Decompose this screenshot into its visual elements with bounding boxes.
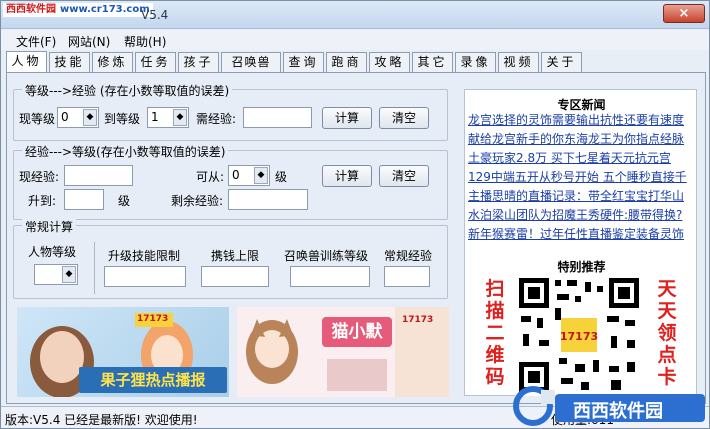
to-level-value: 1	[151, 110, 159, 124]
level-to-exp-title: 等级--->经验 (存在小数等取值的误差)	[22, 82, 233, 99]
qr-code[interactable]: 17173	[515, 274, 643, 396]
current-exp-label: 现经验:	[19, 170, 60, 184]
money-limit-field[interactable]	[201, 266, 269, 287]
upgrade-to-label: 升到:	[28, 194, 57, 208]
regular-exp-field[interactable]	[384, 266, 430, 287]
general-calc-group: 常规计算 人物等级 ◆ 升级技能限制 携钱上限 召唤兽训练等级 常规经验	[13, 218, 448, 299]
banner-right[interactable]: 猫小默 17173	[237, 307, 449, 397]
badge-17173-right: 17173	[402, 315, 434, 325]
news-link[interactable]: 水泊梁山团队为招魔王秀硬件:腰带得换?	[468, 206, 694, 223]
qr-left-text: 扫描二维码	[485, 278, 505, 388]
close-button[interactable]: ×	[663, 4, 705, 23]
banner-left-text: 果子狸热点播报	[79, 367, 227, 393]
status-text: 版本:V5.4 已经是最新版! 欢迎使用!	[5, 413, 198, 427]
news-link[interactable]: 龙宫选择的灵饰需要输出抗性还要有速度	[468, 111, 694, 128]
regular-exp-label: 常规经验	[384, 249, 433, 263]
qr-badge: 17173	[560, 330, 598, 343]
current-exp-field[interactable]	[64, 165, 133, 186]
clear-button-1[interactable]: 清空	[379, 107, 429, 129]
tab-summon[interactable]: 召唤兽	[221, 52, 281, 72]
news-link[interactable]: 主播思晴的直播记录：带全红宝宝打华山	[468, 187, 694, 204]
char-level-spinner[interactable]: ◆	[34, 264, 78, 285]
watermark-badge: 西西软件园 www.cr173.com	[3, 3, 153, 17]
calc-button-2[interactable]: 计算	[322, 165, 372, 187]
level-unit-label: 级	[275, 170, 288, 184]
tab-guide[interactable]: 攻略	[369, 52, 410, 72]
divider	[94, 242, 95, 294]
level-to-exp-group: 等级--->经验 (存在小数等取值的误差) 现等级 0 ◆ 到等级 1 ◆ 需经…	[13, 82, 448, 141]
tab-recording[interactable]: 录像	[455, 52, 496, 72]
spinner-arrows-icon[interactable]: ◆	[62, 266, 76, 283]
to-level-spinner[interactable]: 1 ◆	[147, 107, 189, 128]
menu-website[interactable]: 网站(N)	[68, 33, 110, 50]
current-level-spinner[interactable]: 0 ◆	[57, 107, 99, 128]
badge-17173-left: 17173	[137, 314, 169, 324]
qr-code-icon: 17173	[515, 274, 643, 396]
main-window: 西西软件园 www.cr173.com V5.4 × 文件(F) 网站(N) 帮助…	[0, 0, 710, 429]
to-level-label: 到等级	[104, 112, 141, 126]
tab-trade[interactable]: 跑商	[326, 52, 367, 72]
remaining-exp-label: 剩余经验:	[171, 194, 224, 208]
spinner-arrows-icon[interactable]: ◆	[83, 109, 97, 126]
tab-character[interactable]: 人物	[6, 51, 47, 73]
tab-cultivation[interactable]: 修炼	[92, 52, 133, 72]
level-unit-label-2: 级	[118, 194, 131, 208]
news-link[interactable]: 新年猴赛雷！过年任性直播鉴定装备灵饰	[468, 225, 694, 242]
remaining-exp-field[interactable]	[228, 189, 308, 210]
banner-left[interactable]: 17173 果子狸热点播报	[17, 307, 229, 397]
skill-limit-field[interactable]	[104, 266, 186, 287]
upgrade-to-field[interactable]	[64, 189, 104, 210]
tab-other[interactable]: 其它	[412, 52, 453, 72]
news-link[interactable]: 129中端五开从秒号开始 五个睡秒直接千	[468, 168, 694, 185]
tab-child[interactable]: 孩子	[178, 52, 219, 72]
from-level-spinner[interactable]: 0 ◆	[228, 165, 270, 186]
skill-limit-label: 升级技能限制	[108, 249, 181, 263]
tab-quest[interactable]: 任务	[135, 52, 176, 72]
qr-right-text: 天天领点卡	[657, 278, 677, 388]
menu-file[interactable]: 文件(F)	[16, 33, 56, 50]
menu-bar: 文件(F) 网站(N) 帮助(H)	[1, 30, 709, 50]
current-level-label: 现等级	[19, 112, 56, 126]
char-level-label: 人物等级	[28, 245, 77, 259]
money-limit-label: 携钱上限	[211, 249, 260, 263]
clear-button-2[interactable]: 清空	[379, 165, 429, 187]
tab-skill[interactable]: 技能	[49, 52, 90, 72]
tab-video[interactable]: 视频	[498, 52, 539, 72]
from-label: 可从:	[196, 170, 225, 184]
need-exp-field[interactable]	[243, 107, 312, 128]
from-level-value: 0	[232, 168, 240, 182]
title-bar: 西西软件园 www.cr173.com V5.4 ×	[1, 1, 709, 29]
spinner-arrows-icon[interactable]: ◆	[254, 167, 268, 184]
exp-to-level-title: 经验--->等级(存在小数等取值的误差)	[22, 143, 229, 160]
current-level-value: 0	[61, 110, 69, 124]
need-exp-label: 需经验:	[196, 112, 237, 126]
tab-query[interactable]: 查询	[283, 52, 324, 72]
site-logo: 西西软件园	[511, 382, 707, 426]
qr-title: 特别推荐	[557, 260, 606, 274]
banner-right-text: 猫小默	[322, 317, 392, 347]
general-calc-title: 常规计算	[22, 218, 77, 235]
site-logo-text: 西西软件园	[573, 401, 663, 422]
spinner-arrows-icon[interactable]: ◆	[173, 109, 187, 126]
news-panel: 专区新闻 龙宫选择的灵饰需要输出抗性还要有速度 献给龙宫新手的你东海龙王为你指点…	[464, 89, 697, 396]
exp-to-level-group: 经验--->等级(存在小数等取值的误差) 现经验: 可从: 0 ◆ 级 计算 清…	[13, 143, 448, 220]
calc-button-1[interactable]: 计算	[322, 107, 372, 129]
menu-help[interactable]: 帮助(H)	[124, 33, 166, 50]
watermark-url: www.cr173.com	[60, 4, 150, 15]
news-link[interactable]: 土豪玩家2.8万 买下七星着天元抗元宫	[468, 149, 694, 166]
window-version: V5.4	[141, 8, 169, 22]
summon-level-label: 召唤兽训练等级	[284, 249, 369, 263]
summon-level-field[interactable]	[290, 266, 370, 287]
tab-about[interactable]: 关于	[541, 52, 582, 72]
news-link[interactable]: 献给龙宫新手的你东海龙王为你指点经脉	[468, 130, 694, 147]
watermark-site: 西西软件园	[6, 4, 56, 15]
